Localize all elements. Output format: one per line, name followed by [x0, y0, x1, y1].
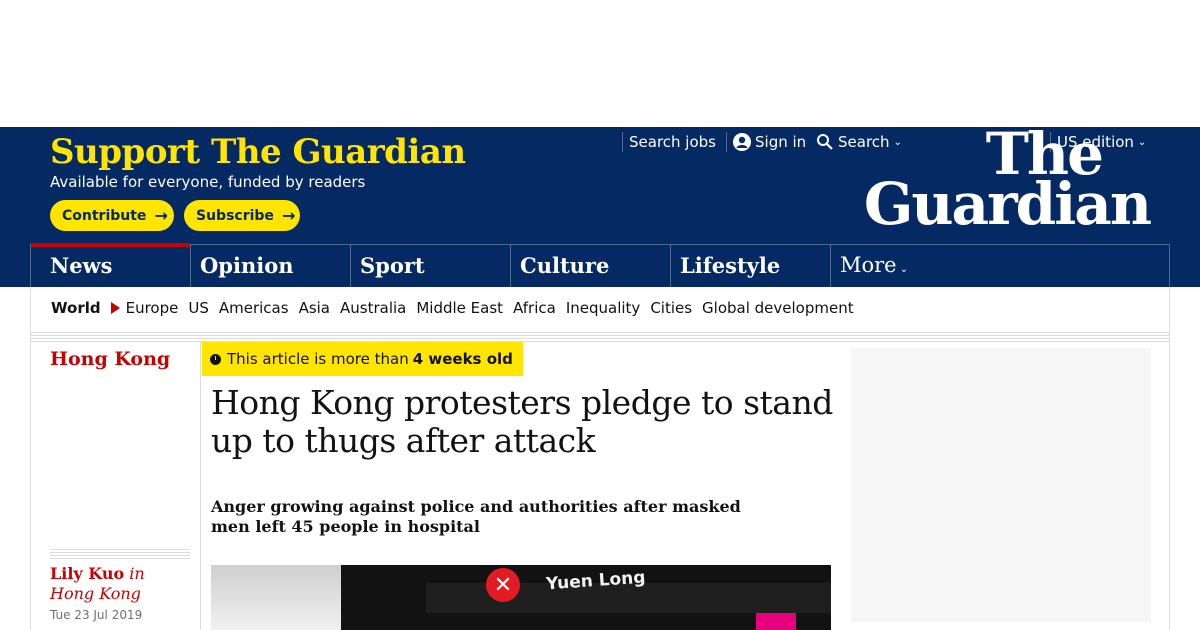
article-standfirst: Anger growing against police and authori… [211, 497, 741, 536]
subnav-americas[interactable]: Americas [219, 299, 289, 317]
search-jobs-link[interactable]: Search jobs [622, 132, 716, 152]
search-icon [817, 134, 833, 150]
user-icon [733, 133, 751, 151]
subnav-europe[interactable]: Europe [126, 299, 179, 317]
chevron-down-icon: ⌄ [896, 264, 909, 275]
subnav-australia[interactable]: Australia [340, 299, 406, 317]
arrow-right-icon: → [154, 206, 168, 225]
main-nav: News Opinion Sport Culture Lifestyle Mor… [30, 243, 1170, 287]
subnav-middle-east[interactable]: Middle East [416, 299, 503, 317]
publish-date: Tue 23 Jul 2019 [50, 608, 143, 622]
nav-culture[interactable]: Culture [511, 245, 671, 287]
contribute-button[interactable]: Contribute → [50, 200, 174, 231]
age-value: 4 weeks old [412, 350, 513, 368]
age-prefix: This article is more than [227, 350, 409, 368]
byline[interactable]: Lily Kuo in Hong Kong [50, 564, 190, 604]
contribute-label: Contribute [62, 207, 147, 224]
subnav-inequality[interactable]: Inequality [566, 299, 640, 317]
subnav-global-development[interactable]: Global development [702, 299, 854, 317]
divider-rules [31, 330, 1169, 342]
sign-in-link[interactable]: Sign in [726, 132, 806, 152]
byline-divider [50, 547, 190, 559]
subscribe-button[interactable]: Subscribe → [184, 200, 300, 231]
support-subtitle: Available for everyone, funded by reader… [50, 173, 366, 191]
subnav-current-world[interactable]: World [51, 299, 101, 317]
hero-light [756, 613, 796, 630]
triangle-right-icon [110, 302, 120, 314]
section-label[interactable]: Hong Kong [50, 348, 170, 370]
subnav-africa[interactable]: Africa [513, 299, 556, 317]
site-header: Support The Guardian Available for every… [0, 125, 1200, 287]
guardian-logo[interactable]: The Guardian [863, 125, 1152, 238]
subnav-cities[interactable]: Cities [650, 299, 692, 317]
arrow-right-icon: → [281, 206, 296, 225]
article-headline: Hong Kong protesters pledge to stand up … [211, 383, 833, 460]
nav-sport[interactable]: Sport [351, 245, 511, 287]
ad-slot-top [0, 0, 1200, 127]
article-body: Hong Kong Lily Kuo in Hong Kong Tue 23 J… [30, 342, 1170, 630]
sub-nav: World Europe US Americas Asia Australia … [30, 287, 1170, 342]
subnav-us[interactable]: US [188, 299, 209, 317]
logo-line-2: Guardian [863, 170, 1152, 238]
nav-more[interactable]: More ⌄ [831, 245, 908, 287]
search-jobs-label: Search jobs [629, 133, 716, 151]
nav-lifestyle[interactable]: Lifestyle [671, 245, 831, 287]
nav-opinion[interactable]: Opinion [191, 245, 351, 287]
author-name: Lily Kuo [50, 564, 125, 583]
hero-canopy [211, 565, 341, 630]
sign-in-label: Sign in [755, 133, 807, 151]
subnav-asia[interactable]: Asia [299, 299, 330, 317]
clock-icon [210, 353, 221, 365]
article-age-warning: This article is more than 4 weeks old [202, 342, 523, 376]
ad-slot-right [851, 348, 1151, 622]
nav-news[interactable]: News [31, 243, 191, 287]
mtr-logo-icon: ✕ [486, 568, 520, 602]
hero-image: ✕ Yuen Long [211, 565, 831, 630]
support-title: Support The Guardian [50, 132, 466, 172]
nav-more-label: More [840, 253, 897, 277]
subscribe-label: Subscribe [196, 207, 274, 224]
article-meta-column: Hong Kong Lily Kuo in Hong Kong Tue 23 J… [31, 342, 201, 630]
